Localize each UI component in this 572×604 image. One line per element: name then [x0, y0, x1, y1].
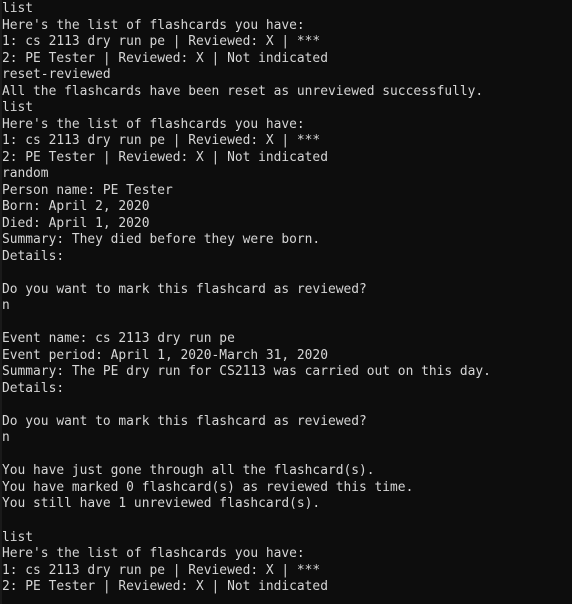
terminal-line: Event period: April 1, 2020-March 31, 20… — [2, 347, 328, 363]
terminal-line: Summary: The PE dry run for CS2113 was c… — [2, 364, 491, 380]
terminal-line: list — [2, 529, 34, 545]
terminal-line: 1: cs 2113 dry run pe | Reviewed: X | **… — [2, 34, 321, 50]
terminal-line: 1: cs 2113 dry run pe | Reviewed: X | **… — [2, 133, 321, 149]
terminal-line: Born: April 2, 2020 — [2, 199, 150, 215]
terminal-line: 1: cs 2113 dry run pe | Reviewed: X | **… — [2, 562, 321, 578]
terminal-line: Do you want to mark this flashcard as re… — [2, 413, 367, 429]
terminal-line: Died: April 1, 2020 — [2, 215, 150, 231]
terminal-line: You have marked 0 flashcard(s) as review… — [2, 479, 414, 495]
terminal-line: n — [2, 430, 10, 446]
terminal-line: Here's the list of flashcards you have: — [2, 17, 305, 33]
terminal-line: list — [2, 1, 34, 16]
terminal-window[interactable]: list Here's the list of flashcards you ha… — [0, 0, 572, 604]
terminal-line: All the flashcards have been reset as un… — [2, 83, 484, 99]
terminal-line: Person name: PE Tester — [2, 182, 173, 198]
terminal-line: Details: — [2, 380, 65, 396]
terminal-line: 2: PE Tester | Reviewed: X | Not indicat… — [2, 50, 328, 66]
terminal-line: 2: PE Tester | Reviewed: X | Not indicat… — [2, 579, 328, 595]
terminal-line: random — [2, 166, 49, 182]
terminal-line: Do you want to mark this flashcard as re… — [2, 281, 367, 297]
terminal-line: Details: — [2, 248, 65, 264]
terminal-line: You have just gone through all the flash… — [2, 463, 375, 479]
terminal-line: reset-reviewed — [2, 67, 111, 83]
terminal-line: Here's the list of flashcards you have: — [2, 116, 305, 132]
terminal-line: list — [2, 100, 34, 116]
terminal-line: 2: PE Tester | Reviewed: X | Not indicat… — [2, 149, 328, 165]
terminal-line: Here's the list of flashcards you have: — [2, 546, 305, 562]
terminal-line: Event name: cs 2113 dry run pe — [2, 331, 235, 347]
terminal-line: Summary: They died before they were born… — [2, 232, 321, 248]
terminal-line: n — [2, 298, 10, 314]
terminal-line: You still have 1 unreviewed flashcard(s)… — [2, 496, 321, 512]
console-output-text[interactable]: list Here's the list of flashcards you ha… — [2, 1, 572, 596]
